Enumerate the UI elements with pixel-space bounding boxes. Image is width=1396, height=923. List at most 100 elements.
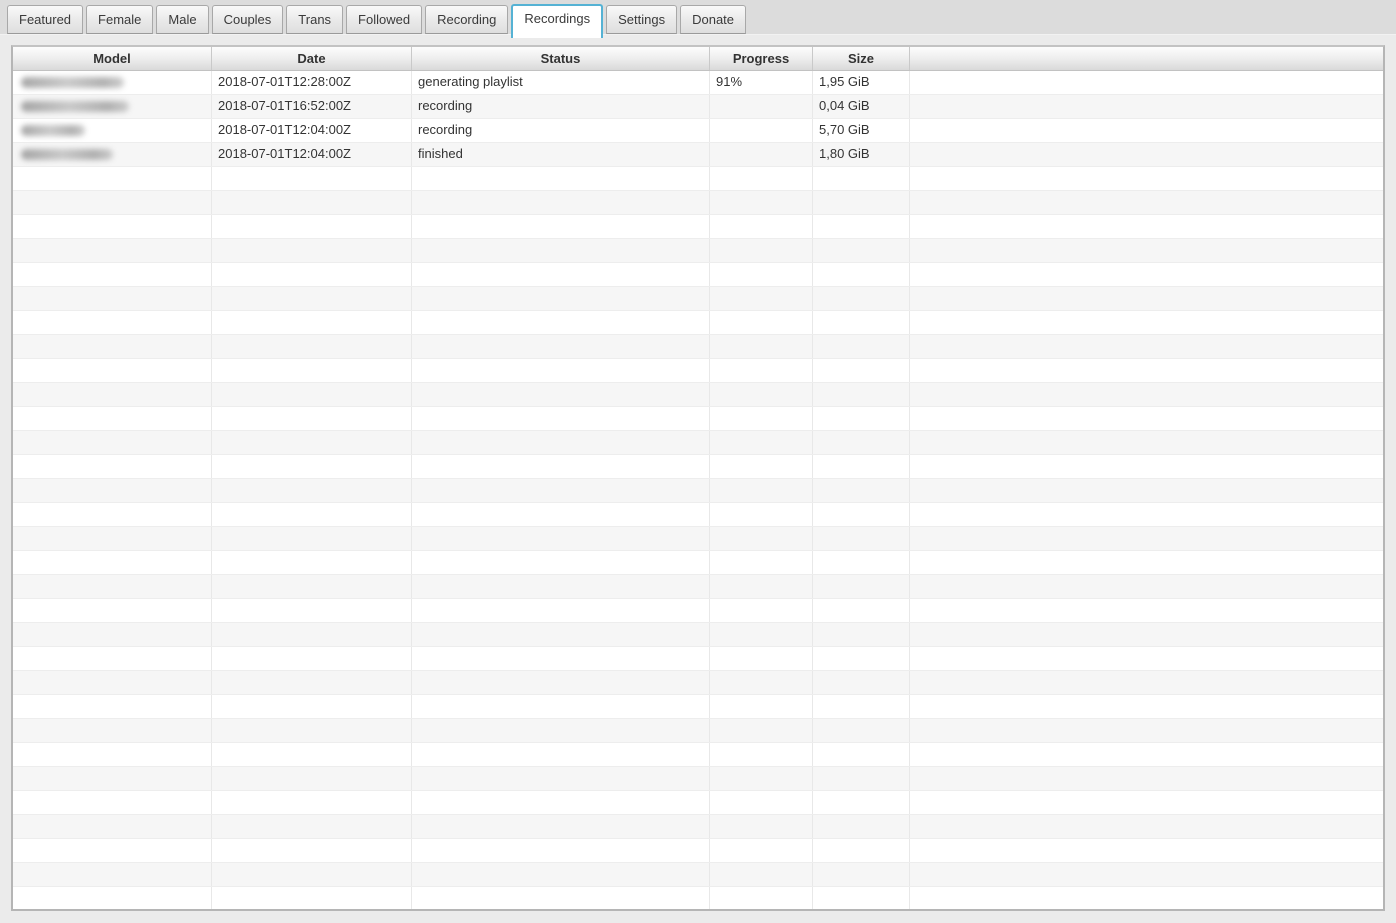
empty-cell-status [412,647,710,670]
column-header-extra[interactable] [910,47,1383,70]
empty-cell-model [13,311,212,334]
column-header-size[interactable]: Size [813,47,910,70]
cell-model [13,119,212,142]
cell-progress [710,119,813,142]
empty-cell-progress [710,863,813,886]
empty-cell-status [412,719,710,742]
cell-date: 2018-07-01T16:52:00Z [212,95,412,118]
empty-cell-model [13,431,212,454]
empty-cell-date [212,815,412,838]
empty-cell-model [13,359,212,382]
empty-cell-status [412,383,710,406]
empty-cell-date [212,791,412,814]
empty-cell-status [412,623,710,646]
empty-cell-progress [710,575,813,598]
table-row[interactable]: 2018-07-01T12:04:00Zrecording5,70 GiB [13,119,1383,143]
empty-cell-model [13,407,212,430]
empty-cell-model [13,239,212,262]
empty-cell-status [412,191,710,214]
tab-recordings[interactable]: Recordings [511,4,603,38]
empty-cell-size [813,863,910,886]
empty-cell-date [212,599,412,622]
tab-followed[interactable]: Followed [346,5,422,34]
empty-cell-size [813,407,910,430]
empty-cell-date [212,191,412,214]
table-row[interactable]: 2018-07-01T12:04:00Zfinished1,80 GiB [13,143,1383,167]
empty-table-row [13,839,1383,863]
empty-cell-model [13,263,212,286]
empty-cell-size [813,791,910,814]
empty-cell-model [13,575,212,598]
cell-date: 2018-07-01T12:28:00Z [212,71,412,94]
empty-cell-model [13,815,212,838]
empty-cell-status [412,839,710,862]
cell-extra [910,71,1383,94]
empty-cell-date [212,167,412,190]
column-header-model[interactable]: Model [13,47,212,70]
empty-cell-size [813,815,910,838]
empty-cell-model [13,647,212,670]
empty-cell-size [813,311,910,334]
table-row[interactable]: 2018-07-01T12:28:00Zgenerating playlist9… [13,71,1383,95]
empty-cell-extra [910,551,1383,574]
cell-size: 0,04 GiB [813,95,910,118]
empty-cell-progress [710,455,813,478]
empty-cell-status [412,287,710,310]
empty-cell-status [412,239,710,262]
empty-cell-model [13,455,212,478]
cell-status: recording [412,95,710,118]
column-header-progress[interactable]: Progress [710,47,813,70]
empty-cell-date [212,743,412,766]
empty-cell-size [813,503,910,526]
tab-male[interactable]: Male [156,5,208,34]
column-header-date[interactable]: Date [212,47,412,70]
empty-cell-size [813,647,910,670]
empty-cell-date [212,527,412,550]
empty-cell-size [813,887,910,910]
empty-cell-size [813,743,910,766]
tab-donate[interactable]: Donate [680,5,746,34]
empty-table-row [13,359,1383,383]
empty-cell-status [412,167,710,190]
empty-table-row [13,383,1383,407]
tab-female[interactable]: Female [86,5,153,34]
cell-progress: 91% [710,71,813,94]
empty-cell-size [813,767,910,790]
tab-settings[interactable]: Settings [606,5,677,34]
empty-cell-progress [710,743,813,766]
empty-cell-status [412,479,710,502]
empty-cell-extra [910,479,1383,502]
empty-table-row [13,599,1383,623]
empty-cell-size [813,623,910,646]
empty-cell-date [212,575,412,598]
column-header-status[interactable]: Status [412,47,710,70]
empty-table-row [13,503,1383,527]
empty-table-row [13,671,1383,695]
empty-table-row [13,479,1383,503]
empty-cell-extra [910,743,1383,766]
tab-bar: FeaturedFemaleMaleCouplesTransFollowedRe… [0,0,1396,35]
empty-cell-status [412,455,710,478]
empty-cell-date [212,647,412,670]
tab-trans[interactable]: Trans [286,5,343,34]
recordings-table-body: 2018-07-01T12:28:00Zgenerating playlist9… [13,71,1383,911]
tab-couples[interactable]: Couples [212,5,284,34]
cell-size: 1,80 GiB [813,143,910,166]
tab-recording[interactable]: Recording [425,5,508,34]
empty-cell-model [13,791,212,814]
tab-featured[interactable]: Featured [7,5,83,34]
empty-cell-model [13,863,212,886]
cell-model [13,143,212,166]
empty-cell-size [813,839,910,862]
empty-cell-progress [710,887,813,910]
empty-cell-status [412,359,710,382]
empty-cell-size [813,695,910,718]
empty-cell-model [13,287,212,310]
empty-cell-size [813,575,910,598]
redacted-model-name [21,125,85,136]
table-row[interactable]: 2018-07-01T16:52:00Zrecording 0,04 GiB [13,95,1383,119]
empty-cell-progress [710,599,813,622]
empty-cell-progress [710,767,813,790]
empty-cell-extra [910,863,1383,886]
empty-cell-progress [710,719,813,742]
